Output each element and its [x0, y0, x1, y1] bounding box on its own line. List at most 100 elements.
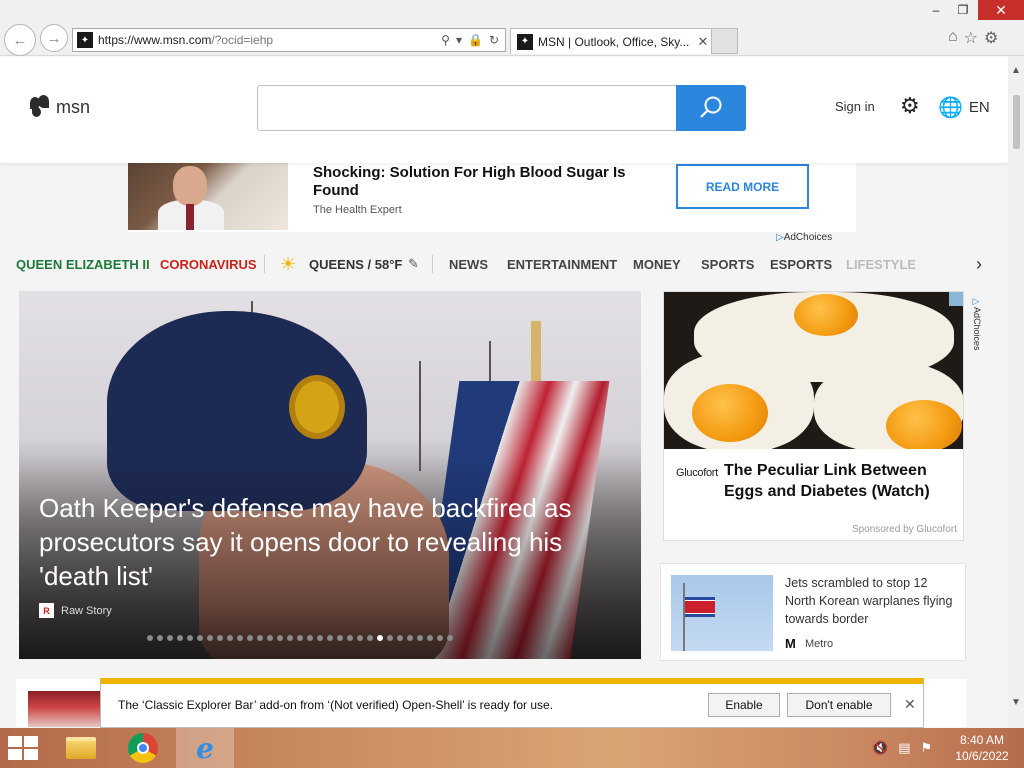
eggs-ad-title[interactable]: The Peculiar Link Between Eggs and Diabe…	[724, 460, 954, 502]
maximize-button[interactable]: ❐	[950, 0, 976, 20]
carousel-dot[interactable]	[157, 635, 163, 641]
nav-coronavirus[interactable]: CORONAVIRUS	[160, 257, 257, 272]
page-scrollbar[interactable]: ▲ ▼	[1008, 57, 1024, 727]
hero-carousel[interactable]: Oath Keeper's defense may have backfired…	[19, 291, 641, 659]
nav-esports[interactable]: ESPORTS	[770, 257, 832, 272]
nav-queen-elizabeth[interactable]: QUEEN ELIZABETH II	[16, 257, 150, 272]
tab-msn[interactable]: ✦ MSN | Outlook, Office, Sky... ✕	[510, 28, 712, 54]
news-card-title[interactable]: Jets scrambled to stop 12 North Korean w…	[785, 574, 955, 628]
nav-weather[interactable]: QUEENS / 58°F	[309, 257, 402, 272]
nav-next-chevron-icon[interactable]: ›	[976, 254, 982, 275]
search-button[interactable]	[676, 85, 746, 131]
bottom-news-thumbnail[interactable]	[28, 691, 100, 727]
ad-headline[interactable]: Shocking: Solution For High Blood Sugar …	[313, 164, 653, 200]
minimize-button[interactable]: –	[922, 0, 950, 20]
home-icon[interactable]: ⌂	[948, 28, 958, 48]
carousel-dot[interactable]	[237, 635, 243, 641]
carousel-dot[interactable]	[257, 635, 263, 641]
start-windows-icon[interactable]	[8, 736, 38, 760]
eggs-ad-card[interactable]: Glucofort The Peculiar Link Between Eggs…	[663, 291, 964, 541]
carousel-dot[interactable]	[227, 635, 233, 641]
search-icon[interactable]: ⚲	[441, 33, 450, 47]
carousel-dot[interactable]	[337, 635, 343, 641]
forward-button[interactable]: →	[40, 24, 68, 52]
nav-news[interactable]: NEWS	[449, 257, 488, 272]
adchoices-side[interactable]: ▷AdChoices	[970, 297, 982, 351]
ad-doctor-image[interactable]	[128, 162, 288, 230]
carousel-dot[interactable]	[387, 635, 393, 641]
nav-entertainment[interactable]: ENTERTAINMENT	[507, 257, 617, 272]
carousel-dot[interactable]	[427, 635, 433, 641]
settings-gear-icon[interactable]: ⚙	[984, 28, 998, 48]
carousel-dot[interactable]	[307, 635, 313, 641]
carousel-dot[interactable]	[177, 635, 183, 641]
ad-info-icon[interactable]	[949, 292, 963, 306]
close-window-button[interactable]: ✕	[978, 0, 1024, 20]
globe-icon: 🌐	[938, 97, 963, 119]
carousel-dot[interactable]	[367, 635, 373, 641]
carousel-dot[interactable]	[197, 635, 203, 641]
action-center-flag-icon[interactable]: ⚑	[920, 740, 932, 756]
scroll-up-icon[interactable]: ▲	[1011, 65, 1021, 76]
eggs-image[interactable]	[664, 292, 963, 449]
settings-gear-icon[interactable]: ⚙	[900, 95, 920, 117]
carousel-dot[interactable]	[327, 635, 333, 641]
carousel-dot[interactable]	[317, 635, 323, 641]
network-icon[interactable]: ▤	[898, 740, 910, 756]
url-field[interactable]: https://www.msn.com/?ocid=iehp	[98, 33, 441, 47]
north-korea-flag-image[interactable]	[671, 575, 773, 651]
read-more-button[interactable]: READ MORE	[676, 164, 809, 209]
dropdown-icon[interactable]: ▾	[456, 33, 462, 47]
carousel-dot[interactable]	[207, 635, 213, 641]
carousel-dot[interactable]	[437, 635, 443, 641]
sign-in-link[interactable]: Sign in	[835, 99, 875, 114]
nav-divider	[432, 255, 433, 273]
msn-logo[interactable]: msn	[30, 95, 90, 119]
carousel-dot[interactable]	[187, 635, 193, 641]
nav-lifestyle[interactable]: LIFESTYLE	[846, 257, 916, 272]
favorites-star-icon[interactable]: ☆	[964, 28, 978, 48]
carousel-dot[interactable]	[407, 635, 413, 641]
carousel-dot[interactable]	[377, 635, 383, 641]
carousel-dot[interactable]	[277, 635, 283, 641]
carousel-dot[interactable]	[267, 635, 273, 641]
carousel-dot[interactable]	[167, 635, 173, 641]
search-input[interactable]	[257, 85, 677, 131]
carousel-dot[interactable]	[397, 635, 403, 641]
carousel-dot[interactable]	[347, 635, 353, 641]
internet-explorer-icon: e	[196, 731, 214, 765]
dont-enable-button[interactable]: Don't enable	[787, 693, 891, 717]
carousel-dot[interactable]	[357, 635, 363, 641]
refresh-icon[interactable]: ↻	[489, 33, 499, 47]
carousel-dot[interactable]	[147, 635, 153, 641]
nav-sports[interactable]: SPORTS	[701, 257, 754, 272]
new-tab-button[interactable]	[712, 28, 738, 54]
carousel-dot[interactable]	[297, 635, 303, 641]
volume-muted-icon[interactable]: 🔇	[872, 740, 888, 756]
chrome-button[interactable]	[114, 728, 172, 768]
system-clock[interactable]: 8:40 AM 10/6/2022	[948, 732, 1016, 764]
tab-close-icon[interactable]: ✕	[695, 34, 711, 50]
file-explorer-button[interactable]	[52, 728, 110, 768]
internet-explorer-button[interactable]: e	[176, 728, 234, 768]
msn-header: msn Sign in ⚙ 🌐 EN	[0, 57, 1008, 163]
adchoices-link[interactable]: ▷AdChoices	[776, 232, 832, 243]
enable-button[interactable]: Enable	[708, 693, 780, 717]
carousel-dot[interactable]	[217, 635, 223, 641]
carousel-dot[interactable]	[247, 635, 253, 641]
carousel-dot[interactable]	[447, 635, 453, 641]
carousel-dot[interactable]	[417, 635, 423, 641]
top-ad-banner[interactable]: Shocking: Solution For High Blood Sugar …	[128, 160, 856, 232]
nav-money[interactable]: MONEY	[633, 257, 681, 272]
carousel-dot[interactable]	[287, 635, 293, 641]
close-notification-icon[interactable]: ✕	[904, 696, 916, 713]
address-bar[interactable]: ✦ https://www.msn.com/?ocid=iehp ⚲ ▾ 🔒 ↻	[72, 28, 506, 52]
lock-icon[interactable]: 🔒	[468, 33, 483, 47]
hero-headline[interactable]: Oath Keeper's defense may have backfired…	[39, 491, 619, 593]
edit-pencil-icon[interactable]: ✎	[408, 256, 419, 272]
back-button[interactable]: ←	[4, 24, 36, 56]
language-selector[interactable]: 🌐 EN	[938, 95, 990, 120]
scroll-down-icon[interactable]: ▼	[1011, 697, 1021, 708]
scrollbar-thumb[interactable]	[1013, 95, 1020, 149]
news-card-north-korea[interactable]: Jets scrambled to stop 12 North Korean w…	[660, 563, 966, 661]
